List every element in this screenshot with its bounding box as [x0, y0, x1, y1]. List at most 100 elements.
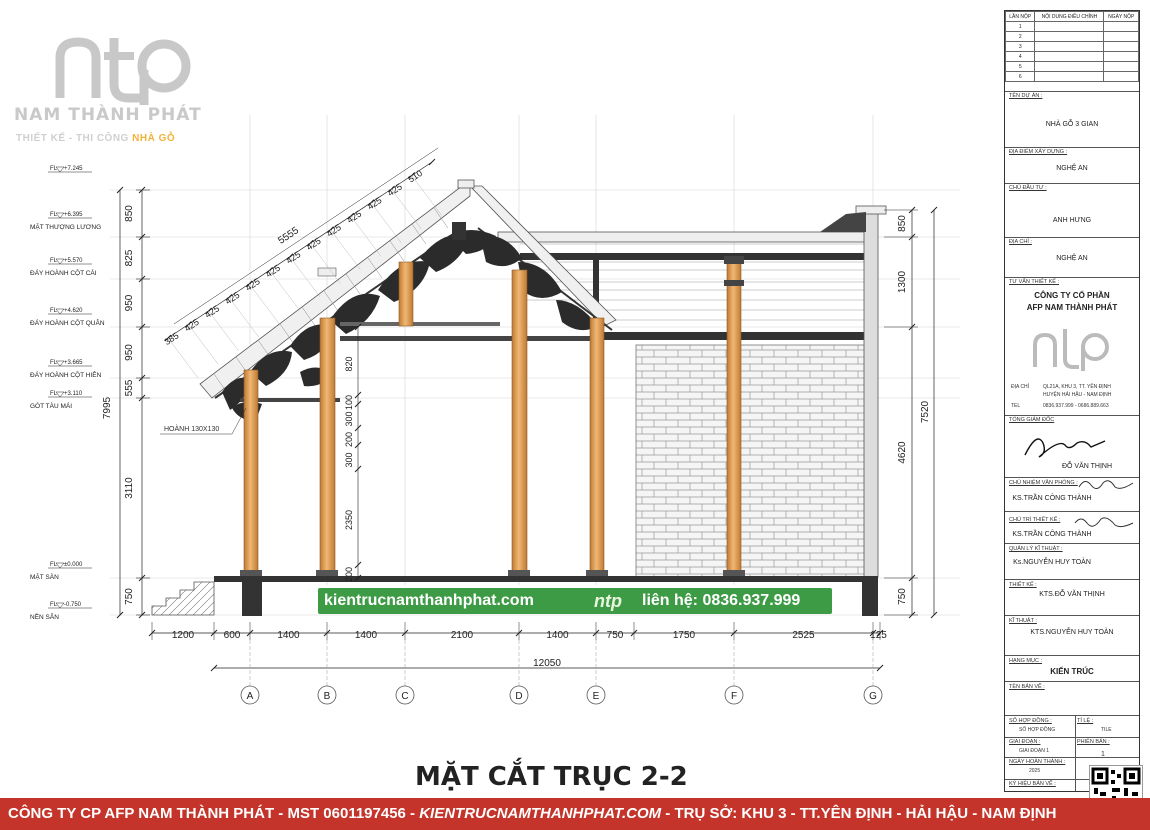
watermark-site: kientrucnamthanhphat.com [324, 592, 534, 609]
foundation-right [862, 582, 878, 616]
bottom-dim-value: 2100 [451, 630, 474, 641]
level-name: MẶT SÀN [30, 572, 59, 581]
left-dim-value: 555 [124, 379, 135, 396]
axis-markers: A B C D E F G [240, 640, 883, 705]
item-label: HẠNG MỤC : [1009, 658, 1042, 664]
inner-dim-value: 820 [344, 356, 354, 371]
bottom-dim-value: 1200 [172, 630, 195, 641]
inner-dim-value: 300 [344, 411, 354, 426]
hoanh-label: HOÀNH 130X130 [164, 424, 219, 433]
level-value: +7.245 [64, 166, 83, 172]
right-dim-total: 7520 [920, 400, 931, 423]
bottom-dim-value: 1400 [355, 630, 378, 641]
drawing-title: MẶT CẮT TRỤC 2-2 [415, 762, 688, 792]
left-dim-value: 3110 [124, 477, 135, 499]
right-dim-value: 850 [897, 215, 908, 232]
roof-dim-value: 425 [325, 222, 343, 239]
level-name: ĐÁY HOÀNH CỘT QUÂN [30, 318, 105, 327]
symbol-label: KÝ HIỆU BẢN VẼ : [1009, 781, 1056, 787]
level-value: +3.665 [64, 360, 83, 366]
design-label: THIẾT KẾ : [1009, 582, 1037, 588]
watermark-banner: kientrucnamthanhphat.com ntp liên hệ: 08… [318, 588, 832, 614]
roof-dim-value: 425 [366, 195, 384, 212]
bottom-dim-value: 1750 [673, 630, 696, 641]
floor-slab [214, 576, 878, 582]
axis-label-C: C [401, 691, 408, 702]
brick-wall [635, 344, 875, 578]
upper-tie-beam [340, 322, 500, 326]
roof-dim-total: 5555 [276, 225, 301, 247]
right-roof-cornice [497, 231, 867, 243]
inner-dim-value: 200 [344, 432, 354, 447]
project-label: TÊN DỰ ÁN : [1009, 93, 1043, 99]
right-beam-top [520, 253, 876, 260]
level-value: +6.395 [64, 212, 83, 218]
tech-name: KTS.NGUYỄN HUY TOÀN [1030, 629, 1114, 636]
right-dimensions: 850 1300 4620 750 7520 [884, 206, 938, 619]
contract-label: SỐ HỢP ĐỒNG : [1009, 718, 1052, 724]
qa-name: Ks.NGUYỄN HUY TOÀN [1013, 559, 1091, 566]
bottom-dim-value: 1400 [277, 630, 300, 641]
roof-dim-value: 425 [284, 249, 302, 266]
inner-dim-value: 300 [344, 452, 354, 467]
level-markers: FL +7.245FL +6.395MẶT THƯỢNG LƯƠNGFL +5.570… [30, 166, 105, 621]
right-dim-value: 1300 [897, 270, 908, 293]
bottom-dim-value: 125 [870, 630, 887, 641]
right-carving [820, 212, 866, 232]
office-name: KS.TRẦN CÔNG THÀNH [1012, 495, 1092, 502]
left-dim-value: 850 [124, 205, 135, 222]
owner-label: CHỦ ĐẦU TƯ : [1009, 185, 1047, 191]
roof-dim-value: 385 [162, 330, 180, 347]
office-signature-icon [1078, 480, 1134, 489]
level-name: GÓT TÀU MÁI [30, 401, 72, 410]
lead-label: CHỦ TRÌ THIẾT KẾ : [1009, 517, 1061, 523]
title-block: LẦN NỘP NỘI DUNG ĐIỀU CHỈNH NGÀY NỘP 1 2 3… [1004, 10, 1140, 792]
axis-label-D: D [515, 691, 522, 702]
sheetname-label: TÊN BẢN VẼ : [1009, 684, 1045, 690]
designer-line-1: CÔNG TY CỔ PHẦN [1034, 291, 1110, 300]
location-label: ĐỊA ĐIỂM XÂY DỰNG : [1009, 149, 1068, 155]
left-dim-value: 825 [124, 249, 135, 266]
director-signature-icon [1024, 438, 1106, 458]
roof-dim-value: 425 [305, 236, 323, 253]
director-name: ĐỖ VĂN THỊNH [1061, 463, 1113, 470]
foundation-left [242, 582, 262, 616]
scale-label: TỈ LỆ : [1077, 718, 1094, 724]
item-value: KIẾN TRÚC [1050, 667, 1094, 676]
bottom-dimensions: 1200 600 1400 1400 2100 1400 750 1750 2525 125 120… [148, 622, 887, 672]
level-value: +3.110 [64, 391, 83, 397]
roof-dim-value: 425 [345, 209, 363, 226]
inner-dimensions: 8201003002003002350200 [344, 323, 362, 582]
inner-dim-value: 200 [344, 567, 354, 582]
roof-dim-value: 425 [183, 317, 201, 334]
bottom-dim-value: 2525 [792, 630, 815, 641]
revision-table: LẦN NỘP NỘI DUNG ĐIỀU CHỈNH NGÀY NỘP 1 2 3… [1004, 11, 1139, 89]
title-block-ntp-logo-icon [1033, 329, 1109, 371]
level-name: ĐÁY HOÀNH CỘT HIÊN [30, 370, 102, 379]
drawing-sheet: NAM THÀNH PHÁT THIẾT KẾ - THI CÔNG NHÀ G… [0, 0, 1150, 830]
level-value: -0.750 [64, 602, 82, 608]
roof-dim-value: 425 [386, 181, 404, 198]
owner-value: ANH HƯNG [1052, 217, 1092, 224]
level-value: +4.620 [64, 308, 83, 314]
level-name: NỀN SÂN [30, 611, 59, 621]
tech-label: KĨ THUẬT : [1009, 618, 1037, 624]
inner-dim-value: 100 [344, 395, 354, 410]
left-dim-value: 950 [124, 294, 135, 311]
level-value: +5.570 [64, 258, 83, 264]
level-name: MẶT THƯỢNG LƯƠNG [30, 222, 101, 231]
left-dimensions: 850 825 950 950 555 3110 750 7995 [102, 186, 150, 619]
roof-dim-value: 510 [406, 168, 424, 185]
left-dim-value: 750 [124, 588, 135, 605]
level-value: ±0.000 [64, 562, 83, 568]
roof-dim-value: 425 [203, 303, 221, 320]
designer-label: TƯ VẤN THIẾT KẾ : [1009, 279, 1060, 285]
axis-label-A: A [247, 691, 254, 702]
right-dim-value: 4620 [897, 441, 908, 464]
ridge-cap [457, 179, 475, 189]
watermark-contact: liên hệ: 0836.937.999 [642, 592, 801, 609]
tie-beam [340, 336, 590, 341]
section-drawing: FL +7.245FL +6.395MẶT THƯỢNG LƯƠNGFL +5.570… [30, 115, 960, 705]
bottom-dim-value: 750 [607, 630, 624, 641]
left-dim-total: 7995 [102, 396, 113, 419]
